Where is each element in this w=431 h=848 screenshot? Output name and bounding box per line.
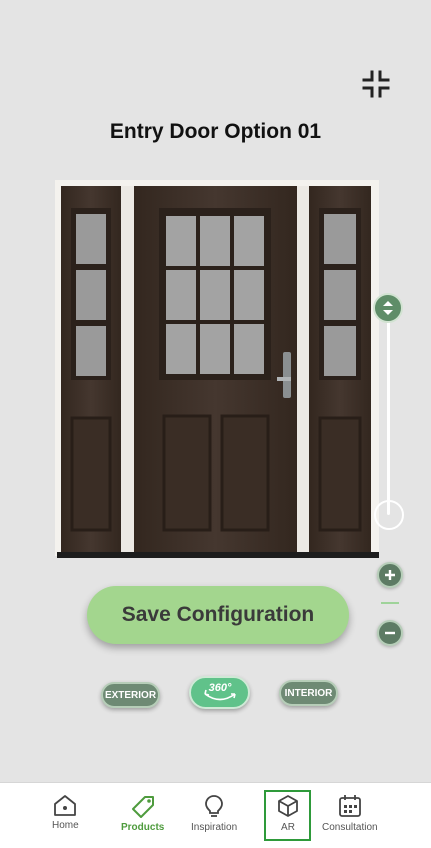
zoom-slider-track[interactable] [387,315,390,515]
tag-icon [131,796,154,818]
tab-consultation-label: Consultation [322,822,378,833]
tab-inspiration-label: Inspiration [191,822,238,833]
exterior-view-button[interactable]: EXTERIOR [101,682,160,708]
bottom-tab-bar: Home Products Inspiration AR Consultatio… [0,782,431,848]
zoom-divider [381,602,399,604]
tab-home[interactable]: Home [52,793,79,831]
plus-icon [385,570,395,580]
rotate-360-icon: 360° [203,682,236,700]
rotate-360-button[interactable]: 360° [189,676,250,709]
tab-home-label: Home [52,820,79,831]
door-preview[interactable] [55,180,385,567]
page-title: Entry Door Option 01 [109,120,322,143]
zoom-slider-end[interactable] [374,500,404,530]
collapse-icon[interactable] [360,68,392,100]
interior-view-button[interactable]: INTERIOR [279,680,338,706]
rotate-360-label: 360° [208,682,231,694]
minus-icon [385,631,395,635]
tab-inspiration[interactable]: Inspiration [191,793,237,833]
tab-products[interactable]: Products [121,793,164,833]
tab-products-label: Products [121,822,165,833]
zoom-slider-thumb[interactable] [373,293,403,323]
zoom-out-button[interactable] [377,620,403,646]
home-icon [54,795,77,816]
zoom-in-button[interactable] [377,562,403,588]
tab-ar-highlight [264,790,311,841]
lightbulb-icon [205,795,223,817]
up-down-arrows-icon [383,301,393,315]
save-configuration-button[interactable]: Save Configuration [87,586,349,644]
tab-consultation[interactable]: Consultation [322,793,378,833]
calendar-icon [338,795,361,817]
